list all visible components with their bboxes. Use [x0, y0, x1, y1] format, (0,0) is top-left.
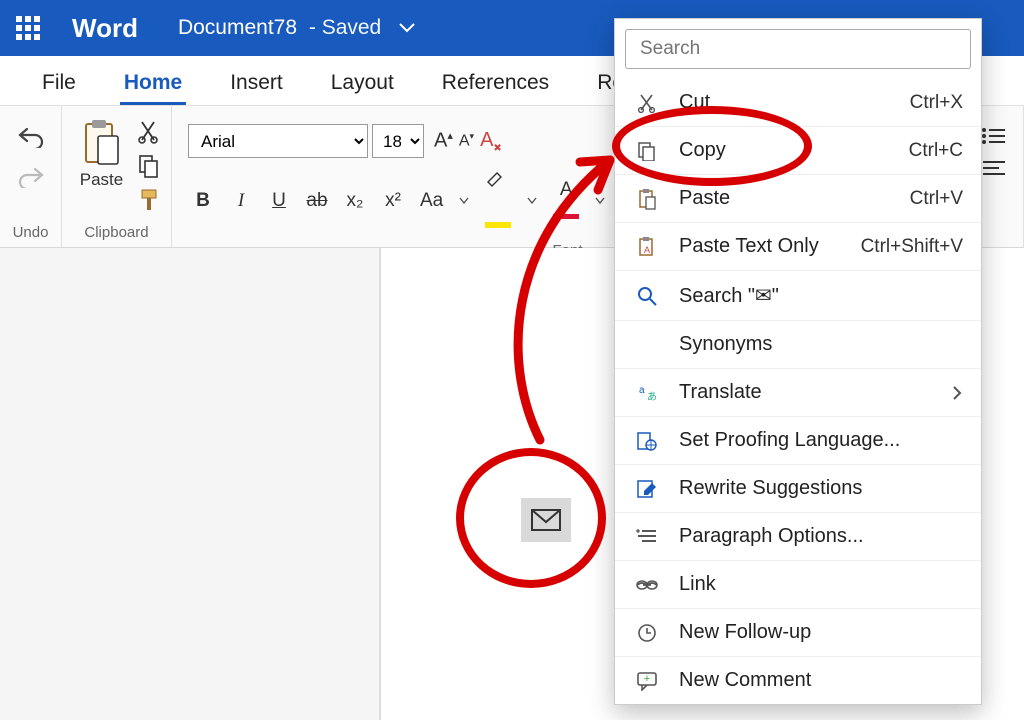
undo-group: Undo — [0, 106, 62, 247]
svg-text:あ: あ — [647, 391, 657, 403]
svg-text:a: a — [639, 385, 645, 396]
undo-button[interactable] — [14, 120, 48, 154]
strikethrough-button[interactable]: ab — [306, 190, 328, 212]
context-menu-new-comment[interactable]: + New Comment — [615, 657, 981, 704]
context-menu-label: Paragraph Options... — [679, 525, 963, 548]
context-menu-label: New Comment — [679, 669, 963, 692]
paste-text-icon: A — [633, 236, 661, 258]
tab-layout[interactable]: Layout — [307, 61, 418, 105]
context-menu-link[interactable]: Link — [615, 561, 981, 609]
underline-button[interactable]: U — [268, 190, 290, 212]
comment-icon: + — [633, 671, 661, 691]
context-menu-search-selection[interactable]: Search "✉" — [615, 271, 981, 321]
tab-references[interactable]: References — [418, 61, 573, 105]
paste-icon — [633, 188, 661, 210]
context-menu-paragraph-options[interactable]: Paragraph Options... — [615, 513, 981, 561]
context-menu-label: Synonyms — [679, 333, 963, 356]
change-case-button[interactable]: Aa — [420, 190, 443, 212]
case-dropdown-icon[interactable] — [459, 197, 469, 205]
navigation-pane — [0, 248, 380, 720]
context-menu-rewrite[interactable]: Rewrite Suggestions — [615, 465, 981, 513]
context-menu-search — [615, 19, 981, 79]
context-menu-label: Link — [679, 573, 963, 596]
context-menu: Cut Ctrl+X Copy Ctrl+C Paste Ctrl+V A Pa… — [614, 18, 982, 705]
app-launcher-icon[interactable] — [16, 16, 40, 40]
font-color-button[interactable]: A — [553, 179, 579, 223]
title-dropdown-icon[interactable] — [399, 23, 415, 33]
rewrite-icon — [633, 479, 661, 499]
italic-button[interactable]: I — [230, 190, 252, 212]
paste-button[interactable]: Paste — [74, 114, 130, 194]
fontcolor-dropdown-icon[interactable] — [595, 197, 605, 205]
paste-label: Paste — [80, 170, 123, 190]
context-menu-new-followup[interactable]: New Follow-up — [615, 609, 981, 657]
context-menu-synonyms[interactable]: Synonyms — [615, 321, 981, 369]
document-title[interactable]: Document78 - Saved — [178, 16, 381, 40]
subscript-button[interactable]: x₂ — [344, 190, 366, 212]
highlight-button[interactable] — [485, 170, 511, 232]
scissors-icon — [633, 93, 661, 113]
context-menu-copy[interactable]: Copy Ctrl+C — [615, 127, 981, 175]
doc-status: - Saved — [303, 16, 381, 39]
cut-button[interactable] — [138, 120, 160, 144]
copy-button[interactable] — [138, 154, 160, 178]
context-menu-proofing-language[interactable]: Set Proofing Language... — [615, 417, 981, 465]
copy-icon — [633, 141, 661, 161]
paragraph-icon — [633, 528, 661, 546]
context-menu-label: Translate — [679, 381, 951, 404]
context-menu-label: Cut — [679, 91, 910, 114]
context-menu-label: Paste — [679, 187, 910, 210]
context-menu-paste[interactable]: Paste Ctrl+V — [615, 175, 981, 223]
chevron-right-icon — [951, 385, 963, 401]
translate-icon: aあ — [633, 383, 661, 403]
clear-formatting-button[interactable]: A✖ — [480, 129, 502, 154]
undo-group-label: Undo — [13, 220, 49, 243]
font-family-select[interactable]: Arial — [188, 124, 368, 158]
context-menu-search-input[interactable] — [625, 29, 971, 69]
grow-font-button[interactable]: A▴ — [434, 129, 453, 153]
superscript-button[interactable]: x² — [382, 190, 404, 212]
context-menu-label: Paste Text Only — [679, 235, 861, 258]
doc-name: Document78 — [178, 16, 297, 39]
tab-file[interactable]: File — [18, 61, 100, 105]
context-menu-shortcut: Ctrl+X — [910, 92, 963, 114]
shrink-font-button[interactable]: A▾ — [459, 131, 474, 150]
format-painter-button[interactable] — [138, 188, 160, 212]
bold-button[interactable]: B — [192, 190, 214, 212]
link-icon — [633, 578, 661, 592]
context-menu-cut[interactable]: Cut Ctrl+X — [615, 79, 981, 127]
bullet-list-button[interactable] — [981, 126, 1007, 146]
context-menu-label: Search "✉" — [679, 283, 963, 308]
app-name: Word — [72, 13, 138, 44]
font-size-select[interactable]: 18 — [372, 124, 424, 158]
context-menu-label: New Follow-up — [679, 621, 963, 644]
context-menu-label: Rewrite Suggestions — [679, 477, 963, 500]
context-menu-paste-text-only[interactable]: A Paste Text Only Ctrl+Shift+V — [615, 223, 981, 271]
svg-text:A: A — [644, 245, 650, 255]
clipboard-group-label: Clipboard — [84, 220, 148, 243]
highlight-dropdown-icon[interactable] — [527, 197, 537, 205]
tab-insert[interactable]: Insert — [206, 61, 307, 105]
context-menu-shortcut: Ctrl+V — [910, 188, 963, 210]
context-menu-label: Copy — [679, 139, 909, 162]
search-icon — [633, 286, 661, 306]
selected-envelope-glyph[interactable] — [521, 498, 571, 542]
context-menu-translate[interactable]: aあ Translate — [615, 369, 981, 417]
context-menu-shortcut: Ctrl+C — [909, 140, 963, 162]
globe-doc-icon — [633, 431, 661, 451]
clipboard-group: Paste Clipboard — [62, 106, 172, 247]
tab-home[interactable]: Home — [100, 61, 206, 105]
align-button[interactable] — [981, 158, 1007, 178]
redo-button[interactable] — [14, 160, 48, 194]
clock-icon — [633, 623, 661, 643]
context-menu-shortcut: Ctrl+Shift+V — [861, 236, 963, 258]
context-menu-label: Set Proofing Language... — [679, 429, 963, 452]
svg-text:+: + — [644, 673, 650, 685]
